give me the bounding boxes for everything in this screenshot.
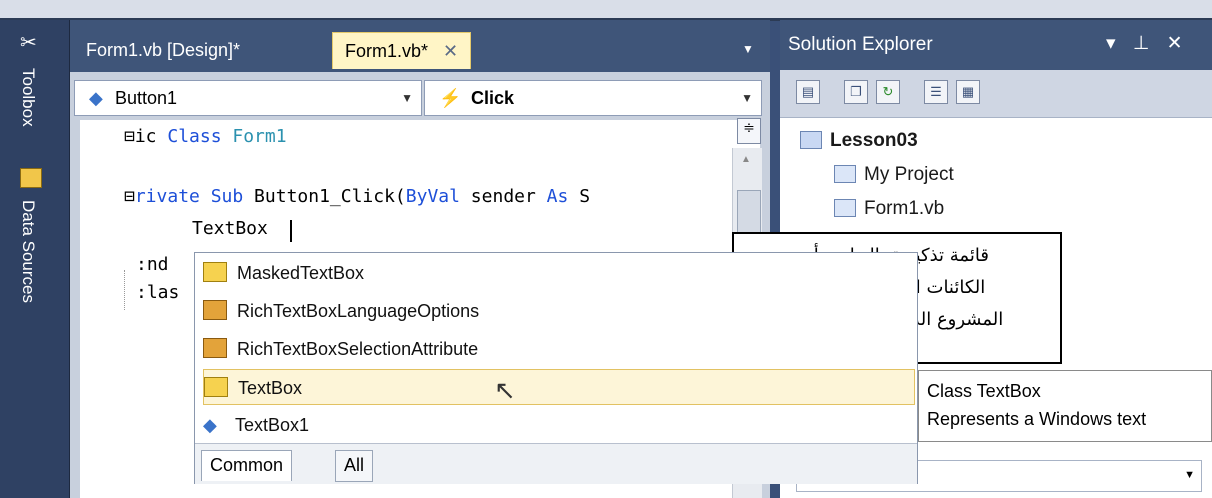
my-project-icon (834, 165, 856, 183)
enum-icon (203, 338, 227, 358)
data-sources-icon (20, 168, 42, 188)
tree-item-form1[interactable]: Form1.vb (834, 198, 944, 220)
code-line-endsub: :nd (136, 254, 180, 275)
tab-label: Form1.vb* (345, 41, 429, 61)
properties-icon[interactable]: ▤ (796, 80, 820, 104)
code-line-endclass: :las (136, 282, 180, 303)
vb-project-icon (800, 131, 822, 149)
tooltip: Class TextBox Represents a Windows text (918, 370, 1212, 442)
tab-common[interactable]: Common (201, 450, 293, 481)
object-combo-value: Button1 (115, 88, 178, 108)
tree-project[interactable]: Lesson03 (800, 130, 918, 152)
collapse-icon[interactable]: ⊟ (124, 126, 135, 147)
show-all-files-icon[interactable]: ❐ (844, 80, 868, 104)
list-item[interactable]: RichTextBoxSelectionAttribute (203, 331, 915, 367)
side-toolbar: ✂ Toolbox Data Sources (0, 20, 70, 498)
tab-label: Form1.vb [Design]* (86, 40, 241, 60)
toolbox-tab[interactable]: Toolbox (18, 68, 38, 127)
solution-explorer-toolbar: ▤ ❐ ↻ ☰ ▦ (780, 70, 1212, 118)
solution-explorer-title: Solution Explorer (788, 34, 933, 55)
mouse-pointer-icon: ↖ (494, 375, 516, 405)
list-item[interactable]: ◆ TextBox1 (203, 407, 915, 443)
code-line-class: ⊟ic Class Form1 (124, 126, 287, 147)
lightning-icon: ⚡ (439, 88, 462, 108)
document-tab-row: Form1.vb [Design]* Form1.vb* ✕ ▼ (70, 20, 770, 72)
refresh-icon[interactable]: ↻ (876, 80, 900, 104)
tooltip-line2: Represents a Windows text (927, 409, 1147, 429)
intellisense-tabs: Common All (195, 443, 917, 484)
scroll-up-icon[interactable]: ▲ (741, 154, 751, 165)
tree-item-my-project[interactable]: My Project (834, 164, 954, 186)
event-combo-value: Click (471, 88, 515, 108)
enum-icon (203, 300, 227, 320)
tab-all[interactable]: All (335, 450, 374, 482)
event-combo[interactable]: ⚡ Click ▼ (424, 80, 762, 116)
solution-explorer-header: Solution Explorer ▾ ⊥ ✕ (780, 20, 1212, 70)
chevron-down-icon[interactable]: ▼ (741, 81, 753, 115)
component-icon: ◆ (203, 415, 217, 435)
wrench-icon[interactable]: ✂ (20, 30, 37, 55)
class-icon (203, 262, 227, 282)
outline-guide (124, 270, 126, 310)
list-item[interactable]: RichTextBoxLanguageOptions (203, 293, 915, 329)
title-strip (0, 0, 1212, 20)
split-icon[interactable]: ≑ (737, 118, 761, 144)
form-icon (834, 199, 856, 217)
close-icon[interactable]: ✕ (443, 41, 458, 61)
code-line-sub: ⊟rivate Sub Button1_Click(ByVal sender A… (124, 186, 591, 207)
collapse-icon[interactable]: ⊟ (124, 186, 135, 207)
intellisense-list[interactable]: MaskedTextBox RichTextBoxLanguageOptions… (194, 252, 918, 484)
view-designer-icon[interactable]: ▦ (956, 80, 980, 104)
pane-controls-icon[interactable]: ▾ ⊥ ✕ (1106, 32, 1189, 55)
code-line-textbox: TextBox (192, 218, 268, 239)
tab-dropdown-icon[interactable]: ▼ (742, 42, 754, 56)
list-item-selected[interactable]: TextBox ↖ (203, 369, 915, 405)
object-combo[interactable]: ◆ Button1 ▼ (74, 80, 422, 116)
list-item[interactable]: MaskedTextBox (203, 255, 915, 291)
chevron-down-icon[interactable]: ▼ (401, 81, 413, 115)
component-icon: ◆ (89, 88, 103, 108)
tab-form1-design[interactable]: Form1.vb [Design]* (74, 32, 252, 68)
chevron-down-icon[interactable]: ▼ (1184, 469, 1195, 481)
tooltip-line1: Class TextBox (927, 381, 1041, 401)
data-sources-tab[interactable]: Data Sources (18, 200, 38, 303)
tab-form1-code[interactable]: Form1.vb* ✕ (332, 32, 472, 69)
class-icon (204, 377, 228, 397)
view-code-icon[interactable]: ☰ (924, 80, 948, 104)
text-cursor (290, 220, 292, 242)
